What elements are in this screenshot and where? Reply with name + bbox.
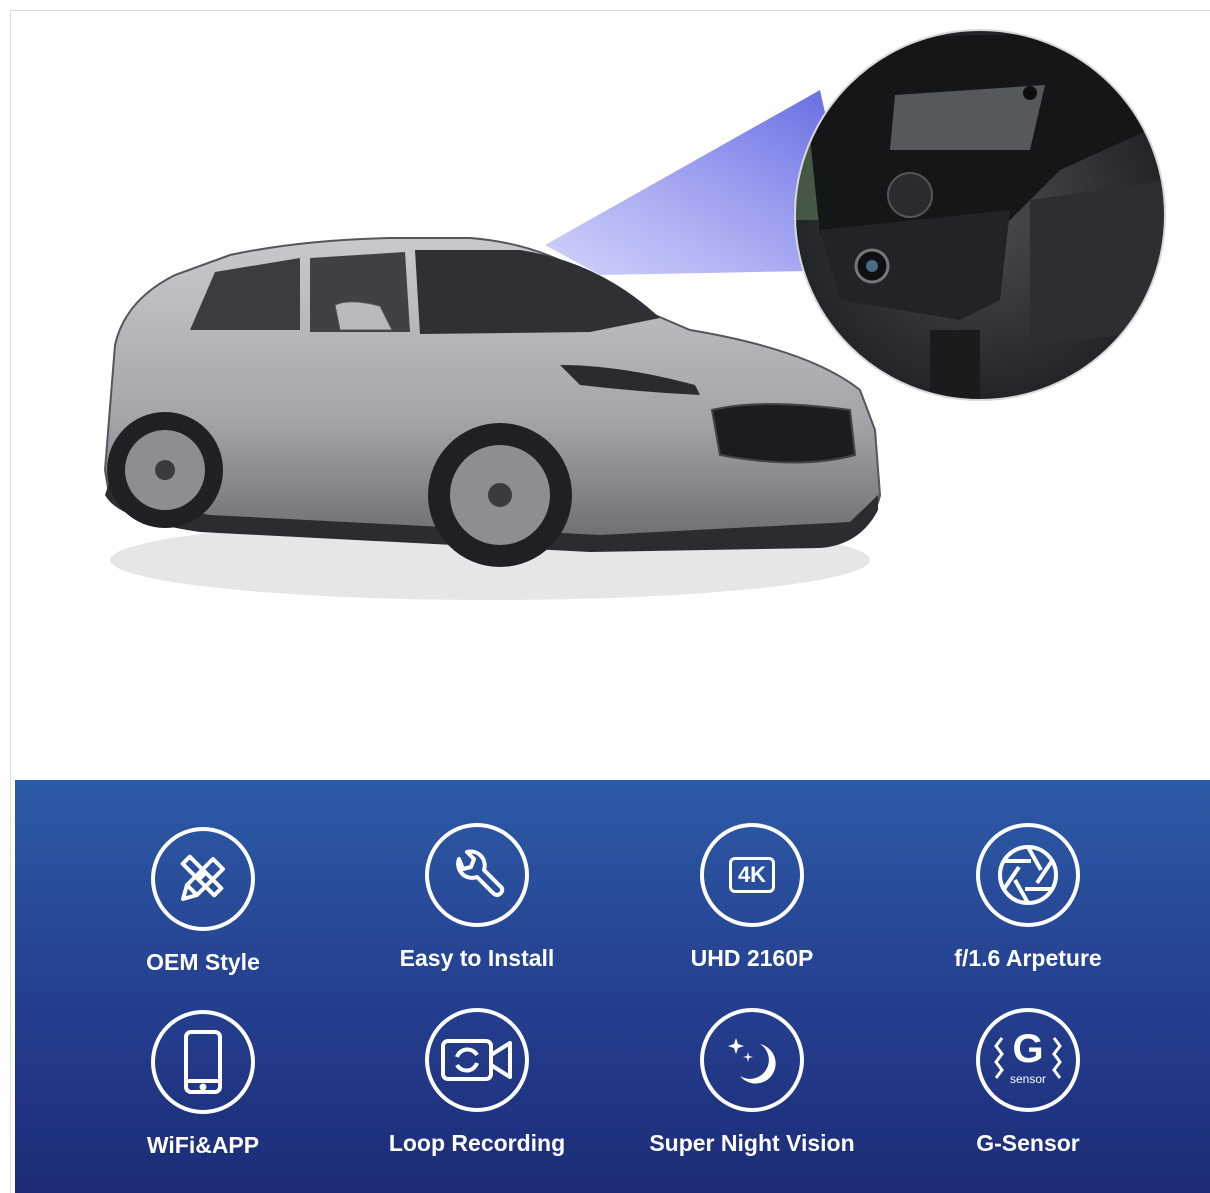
feature-g-sensor: G sensor G-Sensor [908,1008,1148,1157]
feature-label: WiFi&APP [146,1132,260,1158]
features-panel: OEM Style Easy to Install 4K UHD 2160P f… [15,780,1210,1193]
feature-oem-style: OEM Style [83,827,323,976]
smartphone-icon [151,1010,255,1114]
feature-label: Easy to Install [399,945,555,971]
feature-label: OEM Style [146,949,260,975]
feature-aperture: f/1.6 Arpeture [908,823,1148,972]
video-loop-icon [425,1008,529,1112]
sensor-text: sensor [1009,1072,1047,1086]
feature-label: Super Night Vision [649,1130,855,1156]
hero-illustration [103,29,1166,600]
feature-label: G-Sensor [976,1130,1080,1156]
g-letter: G [1012,1027,1044,1071]
feature-label: f/1.6 Arpeture [954,945,1102,971]
feature-uhd: 4K UHD 2160P [632,823,872,972]
feature-wifi-app: WiFi&APP [83,1010,323,1159]
feature-label: UHD 2160P [690,945,814,971]
feature-loop-recording: Loop Recording [357,1008,597,1157]
suv-car [103,237,882,567]
4k-icon: 4K [700,823,804,927]
feature-label: Loop Recording [388,1130,566,1156]
feature-easy-install: Easy to Install [357,823,597,972]
wrench-icon [425,823,529,927]
aperture-icon [976,823,1080,927]
tools-icon [151,827,255,931]
feature-night-vision: Super Night Vision [632,1008,872,1157]
g-sensor-icon: G sensor [976,1008,1080,1112]
4k-badge: 4K [728,857,776,893]
moon-stars-icon [700,1008,804,1112]
